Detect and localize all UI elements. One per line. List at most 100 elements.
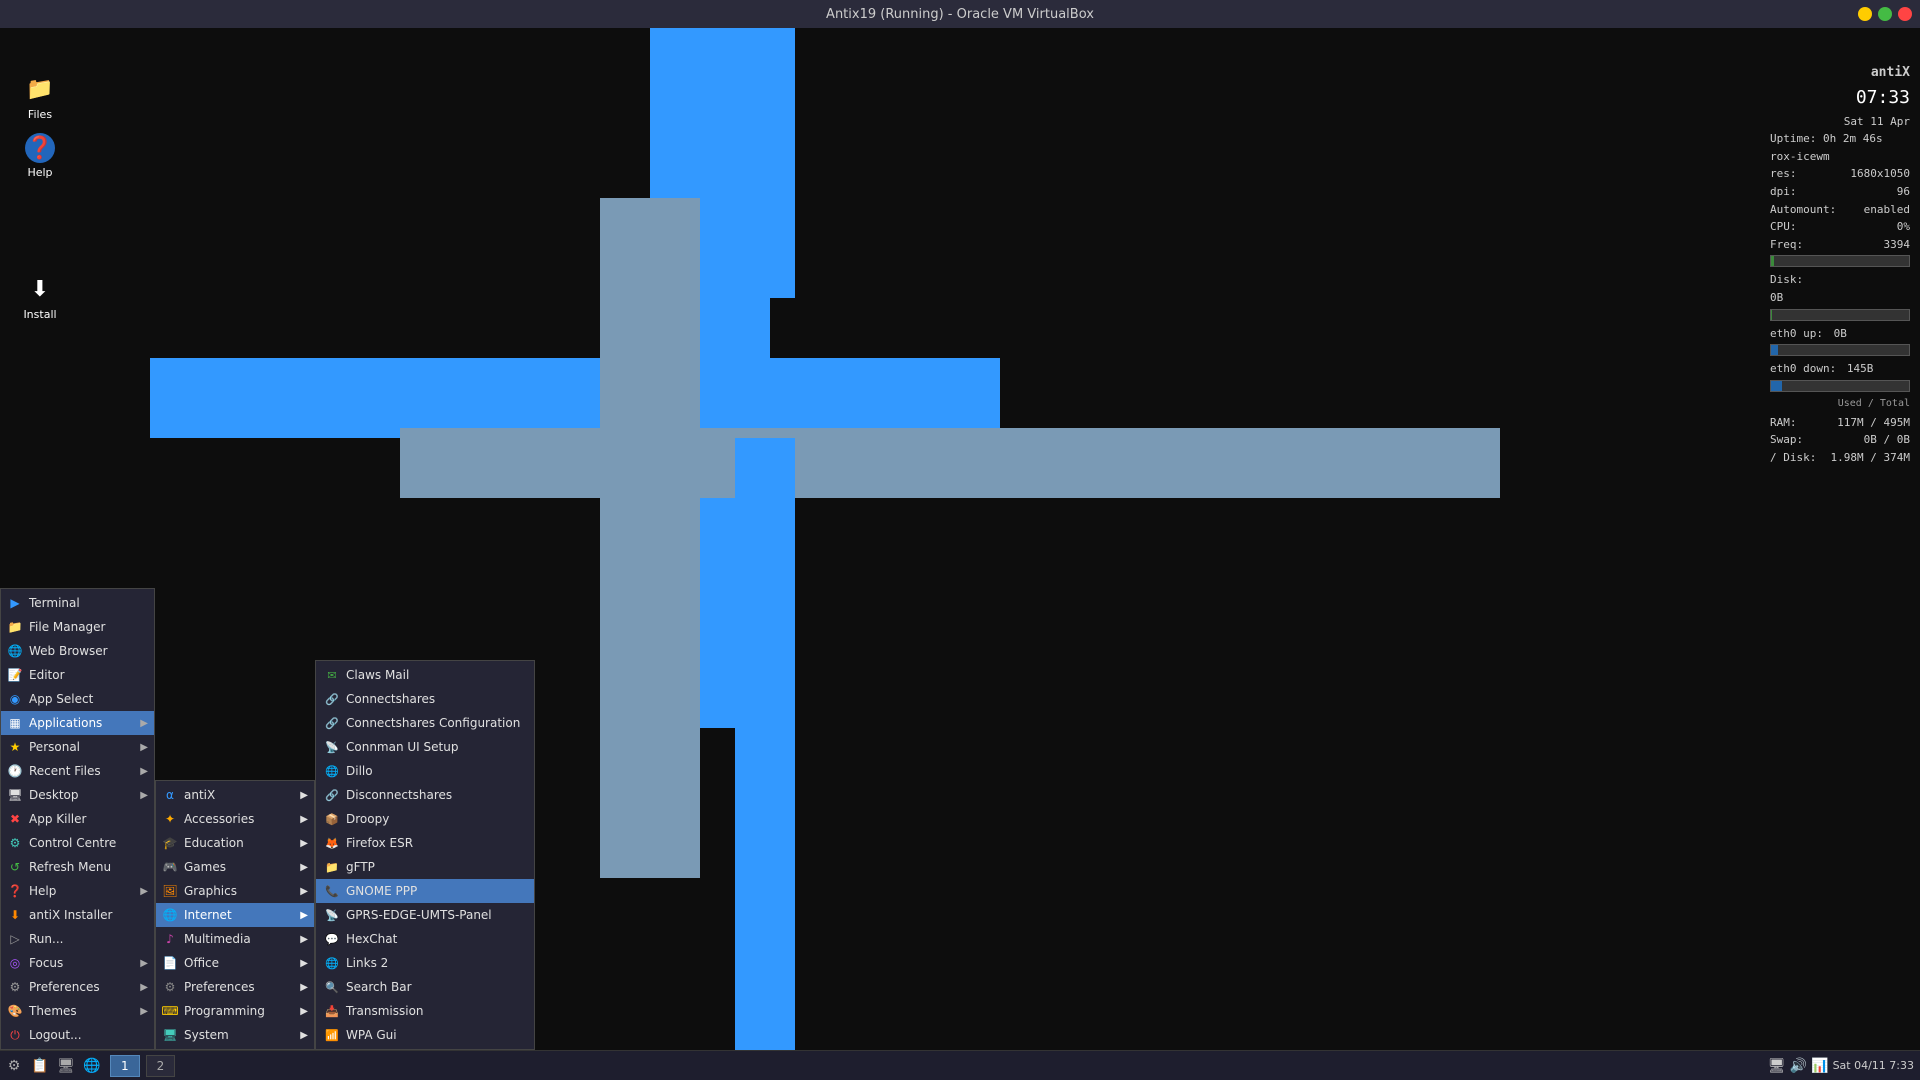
recent-files-icon: 🕐 (7, 763, 23, 779)
antix-sub-arrow: ▶ (300, 790, 308, 801)
inet-firefox-esr-label: Firefox ESR (346, 836, 413, 850)
submenu-graphics[interactable]: 🖼 Graphics ▶ (156, 879, 314, 903)
applications-icon: ▦ (7, 715, 23, 731)
sysinfo-eth0down-label: eth0 down: 145B (1770, 360, 1910, 378)
desktop-icon-help[interactable]: ❓ Help (10, 133, 70, 179)
submenu-graphics-label: Graphics (184, 884, 237, 898)
files-icon: 📁 (24, 73, 56, 105)
menu-item-recent-files[interactable]: 🕐 Recent Files ▶ (1, 759, 154, 783)
taskbar-volume-icon[interactable]: 🔊 (1790, 1058, 1807, 1074)
submenu-programming[interactable]: ⌨ Programming ▶ (156, 999, 314, 1023)
submenu-multimedia[interactable]: ♪ Multimedia ▶ (156, 927, 314, 951)
menu-item-app-killer[interactable]: ✖ App Killer (1, 807, 154, 831)
submenu-antix[interactable]: α antiX ▶ (156, 783, 314, 807)
submenu-applications: α antiX ▶ ✦ Accessories ▶ 🎓 Education ▶ … (155, 780, 315, 1050)
close-button[interactable] (1898, 7, 1912, 21)
menu-item-logout[interactable]: ⏻ Logout... (1, 1023, 154, 1047)
maximize-button[interactable] (1878, 7, 1892, 21)
menu-item-file-manager[interactable]: 📁 File Manager (1, 615, 154, 639)
submenu-internet-panel: ✉ Claws Mail 🔗 Connectshares 🔗 Connectsh… (315, 660, 535, 1050)
applications-arrow: ▶ (140, 718, 148, 729)
install-icon: ⬇ (24, 273, 56, 305)
help-arrow: ▶ (140, 886, 148, 897)
menu-item-help-label: Help (29, 884, 56, 898)
desktop-icon-files[interactable]: 📁 Files (10, 73, 70, 121)
taskbar-icon-apps[interactable]: ⚙ (2, 1054, 26, 1078)
inet-dillo[interactable]: 🌐 Dillo (316, 759, 534, 783)
taskbar-icon-browser[interactable]: 🌐 (80, 1054, 104, 1078)
menu-item-personal-label: Personal (29, 740, 80, 754)
inet-connman-ui[interactable]: 📡 Connman UI Setup (316, 735, 534, 759)
submenu-games[interactable]: 🎮 Games ▶ (156, 855, 314, 879)
menu-item-web-browser[interactable]: 🌐 Web Browser (1, 639, 154, 663)
themes-arrow: ▶ (140, 1006, 148, 1017)
submenu-system[interactable]: 🖥 System ▶ (156, 1023, 314, 1047)
menu-item-desktop[interactable]: 🖥 Desktop ▶ (1, 783, 154, 807)
menu-item-themes[interactable]: 🎨 Themes ▶ (1, 999, 154, 1023)
inet-disconnectshares[interactable]: 🔗 Disconnectshares (316, 783, 534, 807)
run-icon: ▷ (7, 931, 23, 947)
wallpaper-blue-v2 (735, 28, 795, 298)
inet-gprs-edge[interactable]: 📡 GPRS-EDGE-UMTS-Panel (316, 903, 534, 927)
menu-item-app-select[interactable]: ◉ App Select (1, 687, 154, 711)
help-icon: ❓ (25, 133, 55, 163)
submenu-accessories[interactable]: ✦ Accessories ▶ (156, 807, 314, 831)
menu-item-web-browser-label: Web Browser (29, 644, 108, 658)
sysinfo-uptime: Uptime: 0h 2m 46s (1770, 130, 1910, 148)
taskbar-cpu-icon: 📊 (1811, 1058, 1828, 1074)
menu-item-focus[interactable]: ◎ Focus ▶ (1, 951, 154, 975)
inet-wpa-gui-label: WPA Gui (346, 1028, 397, 1042)
minimize-button[interactable] (1858, 7, 1872, 21)
taskbar-right: 🖥 🔊 📊 Sat 04/11 7:33 (1768, 1058, 1920, 1074)
wallpaper-gray-h (400, 428, 1500, 498)
menu-item-control-centre-label: Control Centre (29, 836, 116, 850)
taskbar-window-2[interactable]: 2 (146, 1055, 176, 1077)
inet-connectshares-config[interactable]: 🔗 Connectshares Configuration (316, 711, 534, 735)
taskbar-icon-desktop[interactable]: 🖥 (54, 1054, 78, 1078)
submenu-office[interactable]: 📄 Office ▶ (156, 951, 314, 975)
menu-item-refresh-menu[interactable]: ↺ Refresh Menu (1, 855, 154, 879)
inet-transmission[interactable]: 📥 Transmission (316, 999, 534, 1023)
disk-bar (1770, 309, 1910, 321)
sysinfo-cpu-label: CPU: (1770, 218, 1797, 236)
logout-icon: ⏻ (7, 1027, 23, 1043)
sysinfo-used-total: Used / Total (1770, 396, 1910, 412)
sysinfo-time: 07:33 (1770, 84, 1910, 113)
taskbar-window-1[interactable]: 1 (110, 1055, 140, 1077)
inet-gnome-ppp[interactable]: 📞 GNOME PPP (316, 879, 534, 903)
menu-item-antix-installer[interactable]: ⬇ antiX Installer (1, 903, 154, 927)
menu-item-personal[interactable]: ★ Personal ▶ (1, 735, 154, 759)
menu-item-preferences[interactable]: ⚙ Preferences ▶ (1, 975, 154, 999)
inet-droopy[interactable]: 📦 Droopy (316, 807, 534, 831)
main-menu: ▶ Terminal 📁 File Manager 🌐 Web Browser … (0, 588, 155, 1050)
inet-hexchat[interactable]: 💬 HexChat (316, 927, 534, 951)
inet-claws-mail[interactable]: ✉ Claws Mail (316, 663, 534, 687)
inet-gftp[interactable]: 📁 gFTP (316, 855, 534, 879)
menu-item-terminal-label: Terminal (29, 596, 80, 610)
menu-item-editor-label: Editor (29, 668, 65, 682)
submenu-preferences[interactable]: ⚙ Preferences ▶ (156, 975, 314, 999)
inet-connectshares[interactable]: 🔗 Connectshares (316, 687, 534, 711)
menu-item-applications[interactable]: ▦ Applications ▶ (1, 711, 154, 735)
themes-icon: 🎨 (7, 1003, 23, 1019)
sysinfo-swap-label: Swap: (1770, 431, 1803, 449)
inet-dillo-label: Dillo (346, 764, 373, 778)
inet-search-bar[interactable]: 🔍 Search Bar (316, 975, 534, 999)
antix-installer-icon: ⬇ (7, 907, 23, 923)
menu-item-help[interactable]: ❓ Help ▶ (1, 879, 154, 903)
menu-item-editor[interactable]: 📝 Editor (1, 663, 154, 687)
inet-firefox-esr[interactable]: 🦊 Firefox ESR (316, 831, 534, 855)
taskbar-icon-files[interactable]: 📋 (28, 1054, 52, 1078)
menu-item-terminal[interactable]: ▶ Terminal (1, 591, 154, 615)
office-sub-arrow: ▶ (300, 958, 308, 969)
disconnectshares-icon: 🔗 (324, 787, 340, 803)
inet-connectshares-config-label: Connectshares Configuration (346, 716, 520, 730)
menu-item-run[interactable]: ▷ Run... (1, 927, 154, 951)
inet-links2[interactable]: 🌐 Links 2 (316, 951, 534, 975)
desktop-icon-install[interactable]: ⬇ Install (10, 273, 70, 321)
submenu-internet[interactable]: 🌐 Internet ▶ (156, 903, 314, 927)
inet-wpa-gui[interactable]: 📶 WPA Gui (316, 1023, 534, 1047)
menu-item-control-centre[interactable]: ⚙ Control Centre (1, 831, 154, 855)
sysinfo-ram-label: RAM: (1770, 414, 1797, 432)
submenu-education[interactable]: 🎓 Education ▶ (156, 831, 314, 855)
